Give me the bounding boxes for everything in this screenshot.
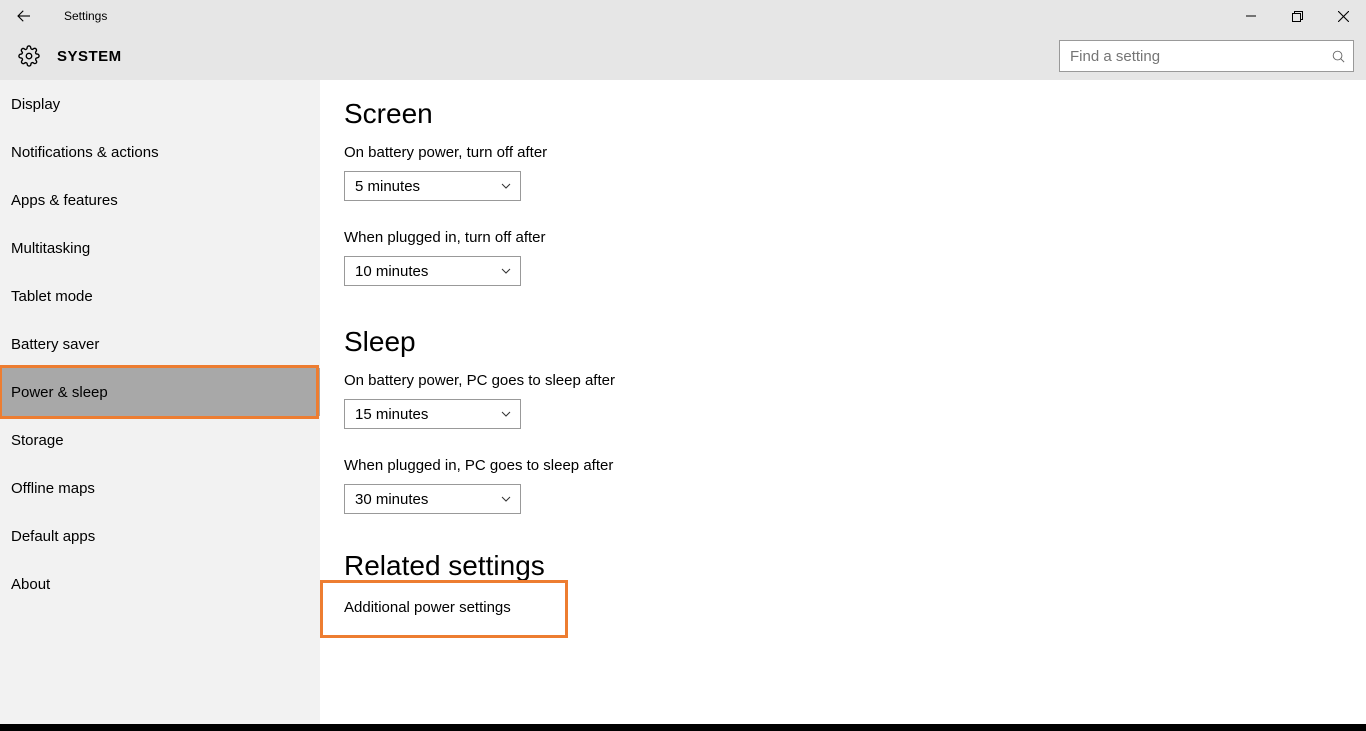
- taskbar[interactable]: [0, 724, 1366, 731]
- chevron-down-icon: [500, 180, 512, 192]
- window-controls: [1228, 0, 1366, 32]
- sidebar-item-label: Power & sleep: [11, 384, 108, 401]
- sleep-battery-dropdown[interactable]: 15 minutes: [344, 399, 521, 429]
- sidebar-item-label: Display: [11, 96, 60, 113]
- section-sleep-title: Sleep: [344, 326, 1366, 358]
- maximize-button[interactable]: [1274, 0, 1320, 32]
- sidebar-item-label: Storage: [11, 432, 64, 449]
- screen-plugged-label: When plugged in, turn off after: [344, 229, 1366, 246]
- close-icon: [1338, 11, 1349, 22]
- sidebar-item-battery-saver[interactable]: Battery saver: [0, 320, 320, 368]
- sidebar-item-offline-maps[interactable]: Offline maps: [0, 464, 320, 512]
- sidebar-item-label: Default apps: [11, 528, 95, 545]
- sidebar-item-label: Apps & features: [11, 192, 118, 209]
- sidebar-item-default-apps[interactable]: Default apps: [0, 512, 320, 560]
- section-screen-title: Screen: [344, 98, 1366, 130]
- sleep-plugged-dropdown[interactable]: 30 minutes: [344, 484, 521, 514]
- sidebar-item-label: Offline maps: [11, 480, 95, 497]
- back-button[interactable]: [0, 0, 48, 32]
- sleep-plugged-label: When plugged in, PC goes to sleep after: [344, 457, 1366, 474]
- search-box[interactable]: [1059, 40, 1354, 72]
- arrow-left-icon: [15, 7, 33, 25]
- additional-power-settings-link[interactable]: Additional power settings: [344, 586, 511, 629]
- subheader: SYSTEM: [0, 32, 1366, 80]
- dropdown-value: 5 minutes: [355, 178, 420, 195]
- page-subtitle: SYSTEM: [48, 48, 122, 65]
- chevron-down-icon: [500, 408, 512, 420]
- dropdown-value: 30 minutes: [355, 491, 428, 508]
- screen-plugged-dropdown[interactable]: 10 minutes: [344, 256, 521, 286]
- close-button[interactable]: [1320, 0, 1366, 32]
- sidebar-item-label: About: [11, 576, 50, 593]
- sidebar-item-label: Battery saver: [11, 336, 99, 353]
- related-link-wrapper: Additional power settings: [344, 586, 511, 629]
- window-title: Settings: [48, 9, 107, 23]
- titlebar: Settings: [0, 0, 1366, 32]
- sidebar-item-multitasking[interactable]: Multitasking: [0, 224, 320, 272]
- minimize-icon: [1246, 11, 1256, 21]
- gear-icon: [0, 45, 48, 67]
- sidebar-item-label: Tablet mode: [11, 288, 93, 305]
- screen-battery-label: On battery power, turn off after: [344, 144, 1366, 161]
- minimize-button[interactable]: [1228, 0, 1274, 32]
- sidebar-item-apps[interactable]: Apps & features: [0, 176, 320, 224]
- header-bar: Settings SYSTEM: [0, 0, 1366, 80]
- body: Display Notifications & actions Apps & f…: [0, 80, 1366, 724]
- sidebar: Display Notifications & actions Apps & f…: [0, 80, 320, 724]
- sidebar-item-about[interactable]: About: [0, 560, 320, 608]
- chevron-down-icon: [500, 265, 512, 277]
- sidebar-item-label: Multitasking: [11, 240, 90, 257]
- sidebar-item-notifications[interactable]: Notifications & actions: [0, 128, 320, 176]
- chevron-down-icon: [500, 493, 512, 505]
- sidebar-item-power-sleep[interactable]: Power & sleep: [0, 368, 320, 416]
- screen-battery-dropdown[interactable]: 5 minutes: [344, 171, 521, 201]
- sidebar-item-label: Notifications & actions: [11, 144, 159, 161]
- search-icon: [1323, 49, 1353, 64]
- content-area: Screen On battery power, turn off after …: [320, 80, 1366, 724]
- sidebar-item-display[interactable]: Display: [0, 80, 320, 128]
- sidebar-item-tablet-mode[interactable]: Tablet mode: [0, 272, 320, 320]
- sleep-battery-label: On battery power, PC goes to sleep after: [344, 372, 1366, 389]
- dropdown-value: 10 minutes: [355, 263, 428, 280]
- search-input[interactable]: [1060, 48, 1323, 65]
- section-related-title: Related settings: [344, 550, 1366, 582]
- dropdown-value: 15 minutes: [355, 406, 428, 423]
- sidebar-item-storage[interactable]: Storage: [0, 416, 320, 464]
- maximize-icon: [1292, 11, 1303, 22]
